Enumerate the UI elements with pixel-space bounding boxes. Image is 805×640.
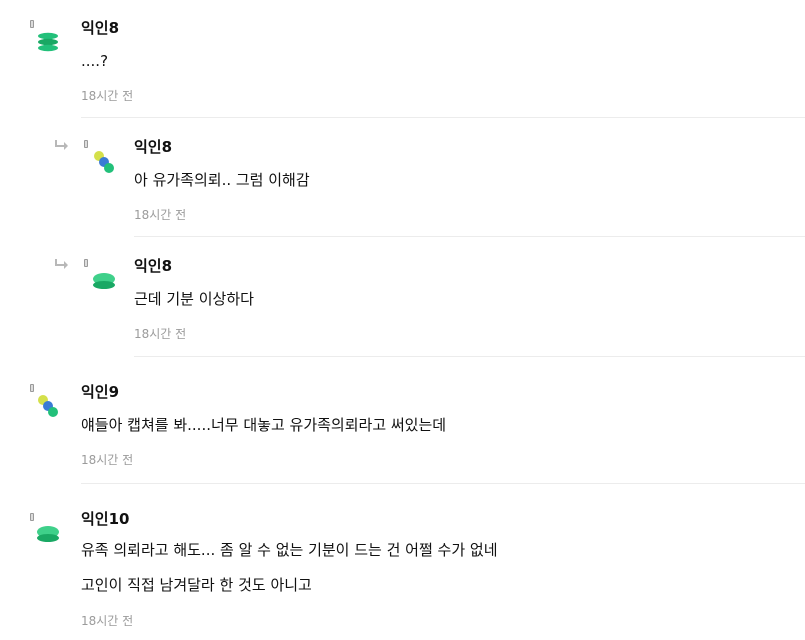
comment-divider	[134, 356, 805, 357]
diagonal-circles-icon	[38, 395, 58, 417]
comment-item: 익인9 얘들아 캡쳐를 봐.....너무 대놓고 유가족의뢰라고 써있는데 18…	[0, 360, 805, 485]
mushroom-green-icon	[93, 273, 115, 289]
comment-flag-icon[interactable]	[84, 140, 88, 148]
stacked-green-disks-icon	[38, 32, 58, 52]
comment-timestamp: 18시간 전	[134, 208, 187, 222]
reply-item: 익인8 아 유가족의뢰.. 그럼 이해감 18시간 전	[0, 120, 805, 240]
comment-timestamp: 18시간 전	[134, 327, 187, 341]
reply-item: 익인8 근데 기분 이상하다 18시간 전	[0, 240, 805, 360]
comment-flag-icon[interactable]	[30, 20, 34, 28]
comment-text: 얘들아 캡쳐를 봐.....너무 대놓고 유가족의뢰라고 써있는데	[81, 416, 447, 434]
comment-text: 고인이 직접 남겨달라 한 것도 아니고	[81, 576, 312, 594]
comment-author[interactable]: 익인9	[81, 382, 119, 402]
comment-timestamp: 18시간 전	[81, 614, 134, 628]
comment-divider	[134, 236, 805, 237]
comment-flag-icon[interactable]	[84, 259, 88, 267]
comment-item: 익인10 유족 의뢰라고 해도... 좀 알 수 없는 기분이 드는 건 어쩔 …	[0, 485, 805, 640]
reply-arrow-icon	[55, 140, 68, 150]
comment-text: 근데 기분 이상하다	[134, 290, 254, 308]
comment-author[interactable]: 익인8	[81, 18, 119, 38]
comment-divider	[81, 483, 805, 484]
diagonal-circles-icon	[94, 151, 114, 173]
comment-flag-icon[interactable]	[30, 513, 34, 521]
comment-text: ....?	[81, 52, 109, 70]
comment-author[interactable]: 익인10	[81, 509, 129, 529]
mushroom-green-icon	[37, 526, 59, 542]
reply-arrow-icon	[55, 259, 68, 269]
comment-flag-icon[interactable]	[30, 384, 34, 392]
comment-timestamp: 18시간 전	[81, 89, 134, 103]
comment-item: 익인8 ....? 18시간 전	[0, 0, 805, 120]
comment-divider	[81, 117, 805, 118]
comment-text: 아 유가족의뢰.. 그럼 이해감	[134, 171, 310, 189]
comment-author[interactable]: 익인8	[134, 256, 172, 276]
comment-text: 유족 의뢰라고 해도... 좀 알 수 없는 기분이 드는 건 어쩔 수가 없네	[81, 541, 498, 559]
comment-timestamp: 18시간 전	[81, 453, 134, 467]
comment-author[interactable]: 익인8	[134, 137, 172, 157]
